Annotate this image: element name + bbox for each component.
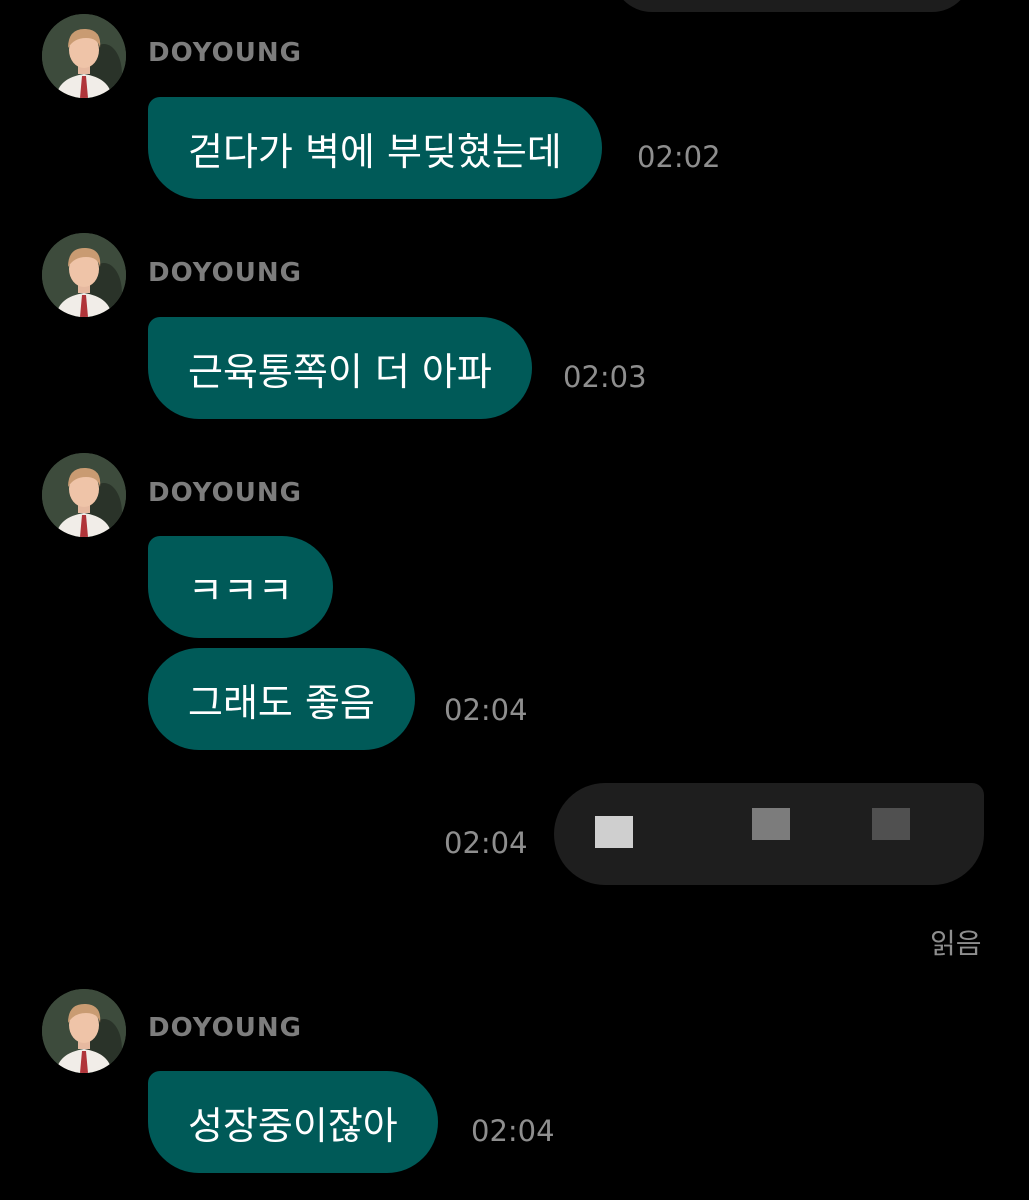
message-text: 성장중이잖아: [188, 1103, 398, 1148]
avatar[interactable]: [42, 989, 126, 1073]
avatar[interactable]: [42, 14, 126, 98]
message-time: 02:04: [471, 1114, 555, 1148]
sender-name: DOYOUNG: [148, 1013, 302, 1043]
message-text: 걷다가 벽에 부딪혔는데: [188, 129, 562, 174]
message-bubble[interactable]: 그래도 좋음: [148, 648, 415, 750]
message-time: 02:04: [444, 826, 528, 860]
message-bubble[interactable]: 성장중이잖아: [148, 1071, 438, 1173]
redacted-block: [595, 816, 633, 848]
read-status: 읽음: [930, 927, 982, 960]
message-text: ㅋㅋㅋ: [188, 568, 293, 613]
avatar[interactable]: [42, 453, 126, 537]
message-bubble[interactable]: 근육통쪽이 더 아파: [148, 317, 532, 419]
message-text: 근육통쪽이 더 아파: [188, 349, 492, 394]
message-time: 02:02: [637, 140, 721, 174]
previous-outgoing-bubble: [612, 0, 972, 12]
message-bubble[interactable]: ㅋㅋㅋ: [148, 536, 333, 638]
message-time: 02:03: [563, 360, 647, 394]
message-text: 그래도 좋음: [188, 680, 375, 725]
message-bubble[interactable]: 걷다가 벽에 부딪혔는데: [148, 97, 602, 199]
sender-name: DOYOUNG: [148, 478, 302, 508]
redacted-block: [752, 808, 790, 840]
avatar[interactable]: [42, 233, 126, 317]
message-time: 02:04: [444, 693, 528, 727]
sender-name: DOYOUNG: [148, 258, 302, 288]
redacted-block: [872, 808, 910, 840]
sender-name: DOYOUNG: [148, 38, 302, 68]
